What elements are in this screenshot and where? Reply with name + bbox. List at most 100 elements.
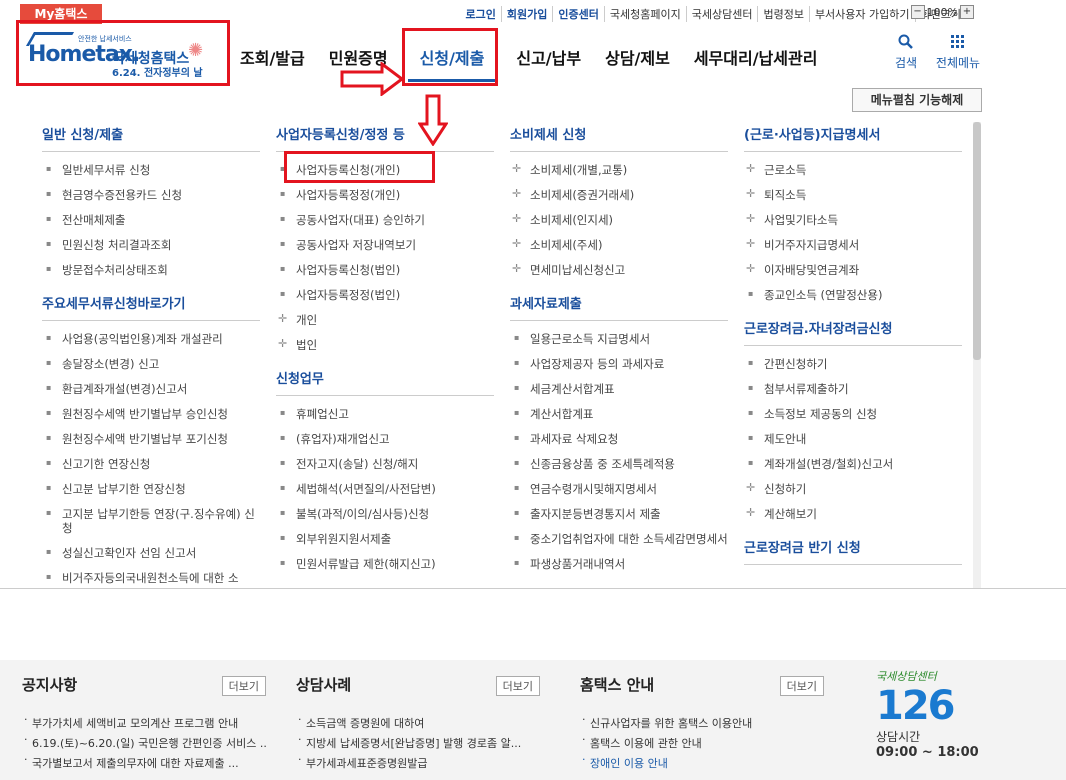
zoom-in-button[interactable]: +: [960, 5, 974, 19]
menu-item[interactable]: 전산매체제출: [42, 208, 260, 233]
dept-user-signup-link[interactable]: 부서사용자 가입하기: [810, 6, 916, 22]
nav-report-pay[interactable]: 신고/납부: [504, 32, 593, 82]
menu-item[interactable]: 신종금융상품 중 조세특례적용: [510, 452, 728, 477]
menu-item[interactable]: 첨부서류제출하기: [744, 377, 962, 402]
menu-group-title[interactable]: 근로장려금 반기 신청: [744, 537, 962, 565]
menu-item[interactable]: 소비제세(주세): [510, 233, 728, 258]
menu-item[interactable]: 송달장소(변경) 신고: [42, 352, 260, 377]
menu-item[interactable]: 개인: [276, 308, 494, 333]
menu-item[interactable]: 원천징수세액 반기별납부 포기신청: [42, 427, 260, 452]
menu-group-title[interactable]: 주요세무서류신청바로가기: [42, 293, 260, 321]
menu-item[interactable]: 소비제세(개별,교통): [510, 158, 728, 183]
menu-item[interactable]: 소비제세(증권거래세): [510, 183, 728, 208]
menu-item[interactable]: 현금영수증전용카드 신청: [42, 183, 260, 208]
menu-item[interactable]: 과세자료 삭제요청: [510, 427, 728, 452]
menu-group-title[interactable]: 근로장려금.자녀장려금신청: [744, 318, 962, 346]
menu-item[interactable]: 신고기한 연장신청: [42, 452, 260, 477]
menu-item[interactable]: 민원신청 처리결과조회: [42, 233, 260, 258]
menu-group-title[interactable]: 소비제세 신청: [510, 124, 728, 152]
menu-item[interactable]: 파생상품거래내역서: [510, 552, 728, 577]
menu-item[interactable]: 계좌개설(변경/철회)신고서: [744, 452, 962, 477]
menu-group-title[interactable]: 일반 신청/제출: [42, 124, 260, 152]
call-center-banner[interactable]: 국세상담센터 126 상담시간 09:00 ~ 18:00: [876, 668, 986, 778]
menu-item[interactable]: 사업장제공자 등의 과세자료: [510, 352, 728, 377]
menu-item[interactable]: 출자지분등변경통지서 제출: [510, 502, 728, 527]
nav-inquiry[interactable]: 조회/발급: [228, 32, 317, 82]
mega-scrollbar-thumb[interactable]: [973, 122, 981, 360]
menu-item[interactable]: 법인: [276, 333, 494, 358]
counsel-more-button[interactable]: 더보기: [495, 676, 540, 696]
menu-item[interactable]: 비거주자등의국내원천소득에 대한 소: [42, 566, 260, 588]
menu-item[interactable]: 근로소득: [744, 158, 962, 183]
menu-item[interactable]: 원천징수세액 반기별납부 승인신청: [42, 402, 260, 427]
menu-item[interactable]: 공동사업자(대표) 승인하기: [276, 208, 494, 233]
list-item[interactable]: 신규사업자를 위한 홈택스 이용안내: [580, 713, 824, 733]
list-item[interactable]: 부가가치세 세액비교 모의계산 프로그램 안내: [22, 713, 266, 733]
menu-item[interactable]: 성실신고확인자 선임 신고서: [42, 541, 260, 566]
list-item[interactable]: 6.19.(토)~6.20.(일) 국민은행 간편인증 서비스 ...: [22, 733, 266, 753]
call-center-number: 126: [876, 683, 956, 729]
list-item[interactable]: 부가세과세표준증명원발급: [296, 753, 540, 773]
nts-homepage-link[interactable]: 국세청홈페이지: [605, 6, 687, 22]
menu-item[interactable]: 전자고지(송달) 신청/해지: [276, 452, 494, 477]
menu-item[interactable]: 연금수령개시및해지명세서: [510, 477, 728, 502]
annotation-box-logo: [16, 20, 230, 86]
menu-group-title[interactable]: 과세자료제출: [510, 293, 728, 321]
menu-item[interactable]: 세법해석(서면질의/사전답변): [276, 477, 494, 502]
menu-item[interactable]: 계산해보기: [744, 502, 962, 527]
menu-group-title[interactable]: (근로·사업등)지급명세서: [744, 124, 962, 152]
menu-item[interactable]: 간편신청하기: [744, 352, 962, 377]
menu-item[interactable]: 사업자등록신청(법인): [276, 258, 494, 283]
notice-more-button[interactable]: 더보기: [221, 676, 266, 696]
menu-item[interactable]: 민원서류발급 제한(해지신고): [276, 552, 494, 577]
menu-item[interactable]: 사업및기타소득: [744, 208, 962, 233]
zoom-out-button[interactable]: −: [910, 5, 925, 19]
nav-tax-agent[interactable]: 세무대리/납세관리: [682, 32, 830, 82]
menu-item[interactable]: 환급계좌개설(변경)신고서: [42, 377, 260, 402]
menu-item[interactable]: 사업자등록정정(개인): [276, 183, 494, 208]
signup-link[interactable]: 회원가입: [502, 6, 554, 22]
menu-expand-off-button[interactable]: 메뉴펼침 기능해제: [852, 88, 982, 112]
menu-item[interactable]: 고지분 납부기한등 연장(구.징수유예) 신청: [42, 502, 260, 541]
menu-item[interactable]: 공동사업자 저장내역보기: [276, 233, 494, 258]
menu-item[interactable]: 휴폐업신고: [276, 402, 494, 427]
list-item[interactable]: 장애인 이용 안내: [580, 753, 824, 773]
menu-item[interactable]: 외부위원지원서제출: [276, 527, 494, 552]
menu-item[interactable]: 일반세무서류 신청: [42, 158, 260, 183]
menu-item[interactable]: 사업용(공익법인용)계좌 개설관리: [42, 327, 260, 352]
list-item[interactable]: 홈택스 이용에 관한 안내: [580, 733, 824, 753]
list-item[interactable]: 국가별보고서 제출의무자에 대한 자료제출 ...: [22, 753, 266, 773]
menu-item[interactable]: 세금계산서합계표: [510, 377, 728, 402]
menu-item[interactable]: 이자배당및연금계좌: [744, 258, 962, 283]
menu-group-title[interactable]: 신청업무: [276, 368, 494, 396]
menu-item[interactable]: 소비제세(인지세): [510, 208, 728, 233]
zoom-control: − 100% +: [909, 5, 976, 19]
menu-item[interactable]: 신청하기: [744, 477, 962, 502]
guide-more-button[interactable]: 더보기: [779, 676, 824, 696]
search-button[interactable]: 검색: [888, 34, 924, 71]
menu-item[interactable]: (휴업자)재개업신고: [276, 427, 494, 452]
menu-item[interactable]: 신고분 납부기한 연장신청: [42, 477, 260, 502]
law-info-link[interactable]: 법령정보: [758, 6, 810, 22]
nav-counsel[interactable]: 상담/제보: [593, 32, 682, 82]
menu-item[interactable]: 퇴직소득: [744, 183, 962, 208]
menu-item[interactable]: 종교인소득 (연말정산용): [744, 283, 962, 308]
menu-item[interactable]: 제도안내: [744, 427, 962, 452]
menu-item[interactable]: 일용근로소득 지급명세서: [510, 327, 728, 352]
menu-item[interactable]: 사업자등록정정(법인): [276, 283, 494, 308]
menu-item[interactable]: 소득정보 제공동의 신청: [744, 402, 962, 427]
cert-center-link[interactable]: 인증센터: [553, 6, 605, 22]
menu-item[interactable]: 계산서합계표: [510, 402, 728, 427]
list-item[interactable]: 지방세 납세증명서[완납증명] 발행 경로좀 알...: [296, 733, 540, 753]
login-link[interactable]: 로그인: [461, 6, 502, 22]
menu-group-title[interactable]: 사업자등록신청/정정 등: [276, 124, 494, 152]
all-menu-button[interactable]: 전체메뉴: [930, 34, 986, 71]
menu-item[interactable]: 중소기업취업자에 대한 소득세감면명세서: [510, 527, 728, 552]
menu-item[interactable]: 방문접수처리상태조회: [42, 258, 260, 283]
annotation-box-biz-register: [284, 151, 435, 183]
list-item[interactable]: 소득금액 증명원에 대하여: [296, 713, 540, 733]
menu-item[interactable]: 면세미납세신청신고: [510, 258, 728, 283]
menu-item[interactable]: 불복(과적/이의/심사등)신청: [276, 502, 494, 527]
nts-counsel-link[interactable]: 국세상담센터: [687, 6, 759, 22]
menu-item[interactable]: 비거주자지급명세서: [744, 233, 962, 258]
